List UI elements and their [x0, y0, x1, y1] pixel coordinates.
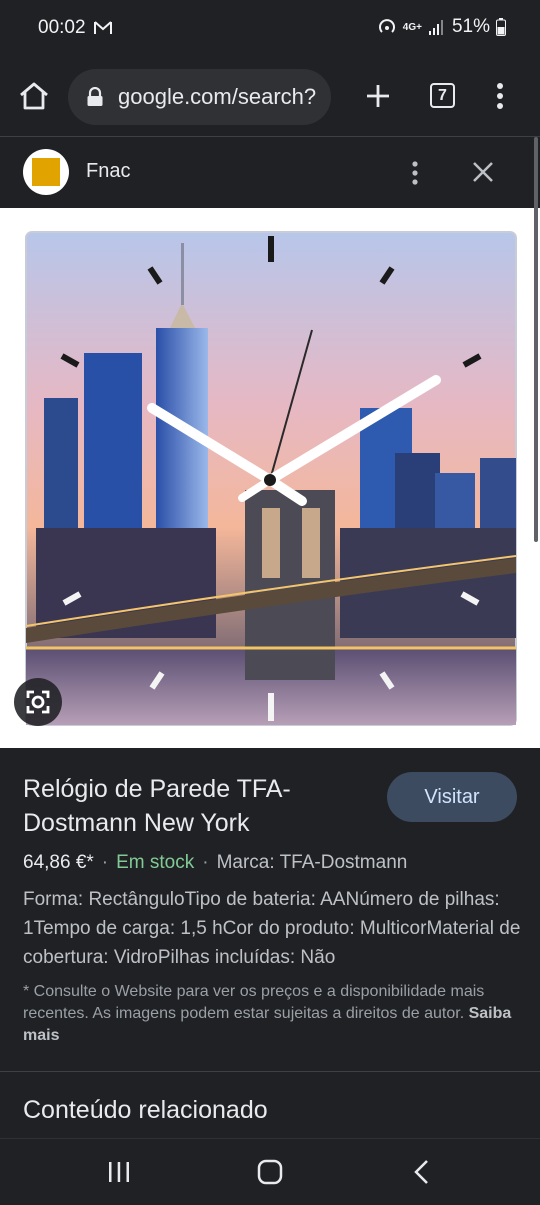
- signal-icon: [428, 20, 443, 35]
- product-brand: Marca: TFA-Dostmann: [216, 852, 408, 873]
- product-image[interactable]: [0, 208, 540, 748]
- lens-button[interactable]: [14, 678, 62, 726]
- hotspot-icon: [378, 19, 395, 33]
- recents-icon[interactable]: [105, 1160, 133, 1184]
- close-icon[interactable]: [470, 159, 496, 185]
- status-icons: 4G+ 51%: [377, 16, 506, 38]
- disclaimer: * Consulte o Website para ver os preços …: [23, 981, 517, 1047]
- gmail-icon: [94, 21, 112, 34]
- site-header: Fnac: [0, 137, 540, 208]
- home-icon[interactable]: [16, 78, 52, 114]
- product-specs: Forma: RectânguloTipo de bateria: AANúme…: [23, 889, 521, 968]
- product-title[interactable]: Relógio de Parede TFA-Dostmann New York: [23, 772, 353, 840]
- scrollbar[interactable]: [534, 137, 538, 542]
- lens-icon: [26, 690, 50, 714]
- plus-icon[interactable]: [360, 78, 396, 114]
- more-vertical-icon[interactable]: [405, 159, 425, 187]
- browser-toolbar: google.com/search? 7: [0, 58, 540, 137]
- separator-dot: ·: [202, 852, 209, 873]
- related-heading: Conteúdo relacionado: [23, 1096, 268, 1124]
- visit-button[interactable]: Visitar: [387, 772, 517, 822]
- more-vertical-icon[interactable]: [490, 78, 510, 114]
- wall-clock-image: [25, 231, 517, 726]
- home-nav-icon[interactable]: [256, 1158, 284, 1186]
- status-time: 00:02: [38, 17, 86, 38]
- network-type: 4G+: [402, 21, 422, 33]
- separator-dot: ·: [101, 852, 109, 873]
- divider: [0, 1071, 540, 1072]
- fnac-logo-mark: [32, 158, 60, 186]
- product-price: 64,86 €*: [23, 852, 94, 873]
- battery-icon: [496, 18, 506, 36]
- back-icon[interactable]: [410, 1158, 434, 1186]
- fnac-logo[interactable]: [23, 149, 69, 195]
- tabs-button[interactable]: 7: [430, 83, 455, 108]
- stock-status: Em stock: [116, 852, 195, 873]
- site-name[interactable]: Fnac: [86, 160, 130, 183]
- url-text: google.com/search?: [118, 84, 317, 109]
- address-bar[interactable]: google.com/search?: [68, 69, 331, 125]
- disclaimer-text: * Consulte o Website para ver os preços …: [23, 983, 485, 1022]
- price-row: 64,86 €* · Em stock · Marca: TFA-Dostmann: [23, 852, 407, 874]
- status-bar: 00:02 4G+ 51%: [0, 0, 540, 58]
- battery-percent: 51%: [451, 16, 490, 37]
- system-navigation-bar: [0, 1138, 540, 1205]
- product-details: Relógio de Parede TFA-Dostmann New York …: [0, 748, 540, 1138]
- lock-icon: [87, 87, 103, 106]
